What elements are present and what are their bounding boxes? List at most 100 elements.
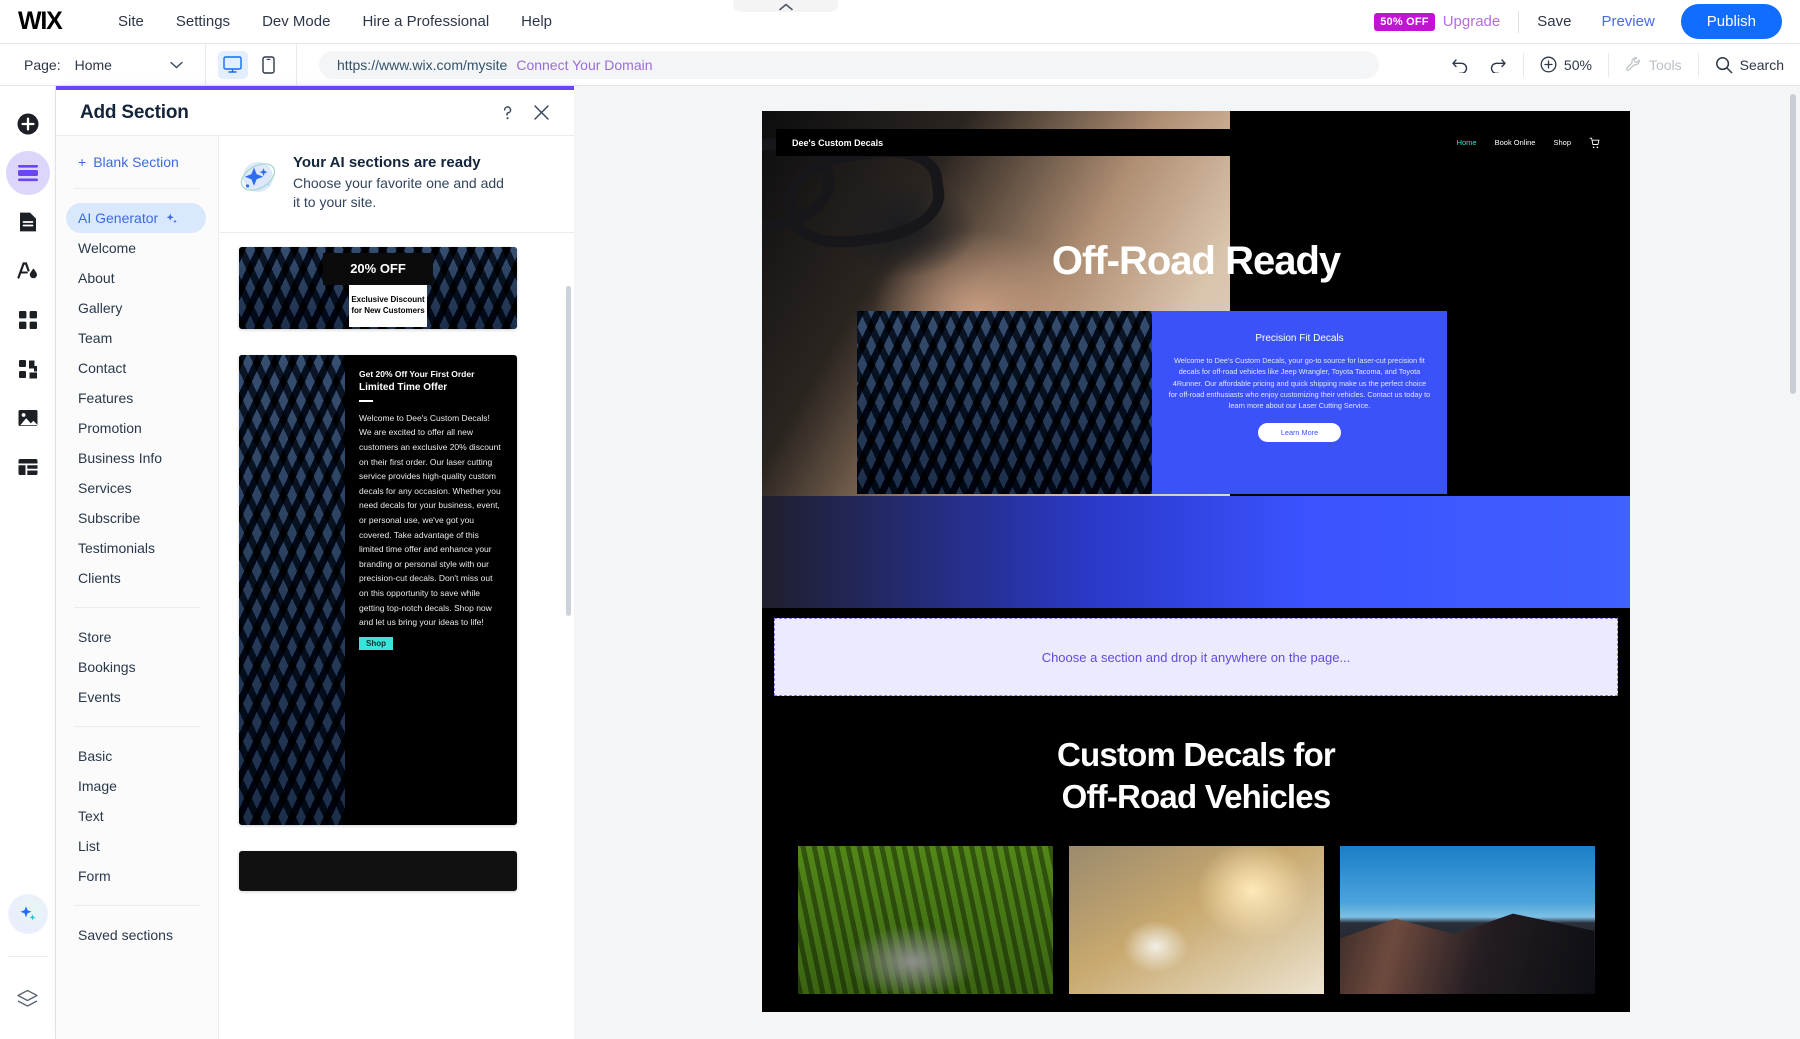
card-shop-button[interactable]: Shop	[359, 636, 393, 650]
sidebar-item-saved-sections[interactable]: Saved sections	[56, 920, 218, 950]
sidebar-item-text[interactable]: Text	[56, 801, 218, 831]
hero-mesh-image	[857, 311, 1152, 494]
close-panel-button[interactable]	[533, 104, 550, 121]
stage-scrollbar[interactable]	[1790, 94, 1796, 394]
publish-button[interactable]: Publish	[1680, 4, 1782, 39]
sidebar-item-services[interactable]: Services	[56, 473, 218, 503]
close-icon	[534, 105, 549, 120]
rail-ai-button[interactable]	[7, 894, 48, 934]
help-button[interactable]	[498, 103, 517, 122]
plus-icon: +	[78, 154, 87, 170]
chevron-up-icon	[778, 3, 793, 11]
gallery-image-canyon-sunset[interactable]	[1339, 846, 1595, 995]
panel-scrollbar[interactable]	[566, 286, 571, 616]
card-subtext: Exclusive Discount for New Customers	[349, 284, 427, 327]
sidebar-item-list[interactable]: List	[56, 831, 218, 861]
gallery-image-rhino[interactable]	[797, 846, 1053, 995]
layers-icon	[17, 989, 38, 1007]
rail-integrations-button[interactable]	[6, 347, 50, 391]
section-card-third-partial[interactable]	[239, 850, 517, 891]
sidebar-item-store[interactable]: Store	[56, 622, 218, 652]
zoom-in-icon	[1540, 56, 1557, 73]
search-button[interactable]: Search	[1699, 44, 1800, 86]
desktop-view-button[interactable]	[217, 50, 248, 79]
site-preview: Dee's Custom Decals Home Book Online Sho…	[762, 111, 1630, 1013]
rail-design-button[interactable]	[6, 249, 50, 293]
ai-banner-subtitle: Choose your favorite one and add it to y…	[293, 175, 504, 210]
top-menu-item-settings[interactable]: Settings	[160, 7, 246, 36]
sidebar-item-ai-generator[interactable]: AI Generator	[66, 203, 206, 233]
top-menu: Site Settings Dev Mode Hire a Profession…	[102, 7, 568, 36]
sidebar-item-testimonials[interactable]: Testimonials	[56, 533, 218, 563]
hero-section[interactable]: Dee's Custom Decals Home Book Online Sho…	[762, 111, 1630, 608]
section-card-limited-time-offer[interactable]: Get 20% Off Your First Order Limited Tim…	[239, 354, 517, 825]
section-dropzone[interactable]: Choose a section and drop it anywhere on…	[774, 618, 1618, 696]
sidebar-item-features[interactable]: Features	[56, 383, 218, 413]
mobile-view-button[interactable]	[254, 51, 284, 79]
sidebar-item-about[interactable]: About	[56, 263, 218, 293]
wrench-icon	[1626, 57, 1640, 71]
sidebar-item-welcome[interactable]: Welcome	[56, 233, 218, 263]
learn-more-button[interactable]: Learn More	[1258, 423, 1341, 443]
rail-layers-button[interactable]	[6, 977, 50, 1021]
zoom-value: 50%	[1563, 56, 1592, 73]
tools-label: Tools	[1648, 56, 1682, 73]
connect-domain-link[interactable]: Connect Your Domain	[516, 57, 652, 73]
zoom-control[interactable]: 50%	[1524, 44, 1608, 86]
top-menu-item-help[interactable]: Help	[505, 7, 568, 36]
rail-add-button[interactable]	[6, 102, 50, 146]
rail-pages-button[interactable]	[6, 200, 50, 244]
mesh-photo	[239, 354, 345, 825]
top-bar: WIX Site Settings Dev Mode Hire a Profes…	[0, 0, 1800, 44]
lower-section[interactable]: Custom Decals for Off-Road Vehicles	[762, 708, 1630, 1013]
rail-cms-button[interactable]	[6, 445, 50, 489]
rail-apps-button[interactable]	[6, 298, 50, 342]
site-brand: Dee's Custom Decals	[792, 137, 884, 148]
top-menu-item-hire-a-professional[interactable]: Hire a Professional	[346, 7, 505, 36]
gallery-image-jeep-headlight[interactable]	[1068, 846, 1324, 995]
sidebar-item-promotion[interactable]: Promotion	[56, 413, 218, 443]
sidebar-item-subscribe[interactable]: Subscribe	[56, 503, 218, 533]
save-button[interactable]: Save	[1537, 13, 1571, 30]
rail-media-button[interactable]	[6, 396, 50, 440]
section-card-20-off[interactable]: 20% OFF Exclusive Discount for New Custo…	[239, 246, 517, 329]
sidebar-item-clients[interactable]: Clients	[56, 563, 218, 593]
sidebar-item-business-info[interactable]: Business Info	[56, 443, 218, 473]
sidebar-item-team[interactable]: Team	[56, 323, 218, 353]
redo-button[interactable]	[1488, 57, 1507, 73]
top-menu-item-site[interactable]: Site	[102, 7, 160, 36]
blank-section-button[interactable]: + Blank Section	[56, 150, 218, 174]
sidebar-item-form[interactable]: Form	[56, 861, 218, 891]
page-selector[interactable]: Home	[75, 57, 183, 73]
image-gallery	[762, 846, 1630, 995]
sections-icon	[17, 165, 38, 182]
collapse-toolbar-tab[interactable]	[733, 0, 838, 12]
rail-sections-button[interactable]	[5, 151, 50, 195]
sidebar-item-basic[interactable]: Basic	[56, 741, 218, 771]
panel-main: Your AI sections are ready Choose your f…	[219, 136, 574, 1039]
sidebar-item-gallery[interactable]: Gallery	[56, 293, 218, 323]
cart-icon[interactable]	[1589, 137, 1600, 149]
site-url-bar[interactable]: https://www.wix.com/mysite Connect Your …	[318, 50, 1379, 79]
site-nav-book-online[interactable]: Book Online	[1495, 138, 1536, 147]
ai-ready-banner: Your AI sections are ready Choose your f…	[219, 136, 574, 233]
cms-icon	[18, 459, 37, 475]
site-nav-shop[interactable]: Shop	[1553, 138, 1571, 147]
top-menu-item-dev-mode[interactable]: Dev Mode	[246, 7, 346, 36]
ai-banner-title: Your AI sections are ready	[293, 154, 481, 171]
wix-logo[interactable]: WIX	[18, 7, 80, 36]
sidebar-item-events[interactable]: Events	[56, 682, 218, 712]
preview-button[interactable]: Preview	[1601, 13, 1654, 30]
upgrade-link[interactable]: Upgrade	[1443, 13, 1501, 30]
undo-button[interactable]	[1451, 57, 1470, 73]
tools-menu[interactable]: Tools	[1609, 44, 1698, 86]
sidebar-item-contact[interactable]: Contact	[56, 353, 218, 383]
panel-title: Add Section	[80, 101, 189, 123]
site-navbar: Dee's Custom Decals Home Book Online Sho…	[776, 129, 1616, 156]
sidebar-item-bookings[interactable]: Bookings	[56, 652, 218, 682]
site-nav-home[interactable]: Home	[1457, 138, 1477, 147]
sidebar-item-image[interactable]: Image	[56, 771, 218, 801]
page-selector-value: Home	[74, 56, 112, 73]
sub-bar: Page: Home https://www.wix.com/mysite Co…	[0, 43, 1800, 86]
blue-card-title: Precision Fit Decals	[1255, 333, 1344, 344]
